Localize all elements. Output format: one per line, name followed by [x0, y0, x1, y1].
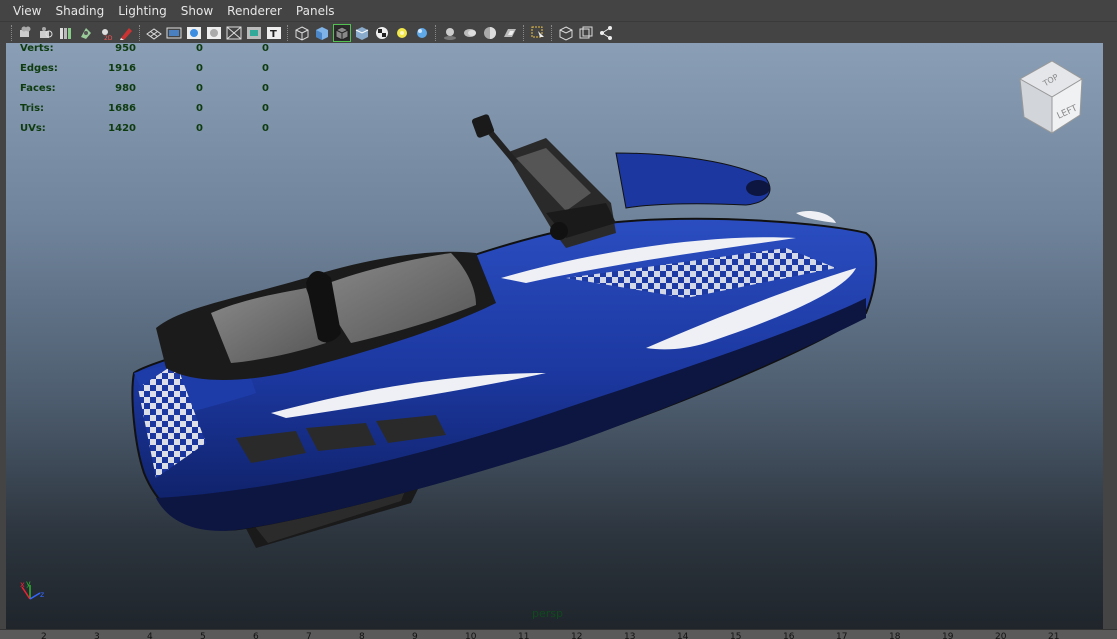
toolbar-separator: [523, 24, 525, 41]
axis-z-label: z: [40, 590, 44, 599]
camera-name-label: persp: [532, 607, 563, 620]
time-tick: 10: [465, 632, 477, 639]
time-tick: 17: [836, 632, 848, 639]
hud-value: 0: [262, 123, 269, 134]
time-tick: 13: [624, 632, 636, 639]
hud-label: Verts:: [20, 43, 54, 54]
hud-value: 0: [196, 83, 203, 94]
depth-of-field-icon[interactable]: [502, 25, 518, 41]
hud-value: 980: [115, 83, 136, 94]
axis-indicator: x y z: [20, 579, 44, 600]
shadows-icon[interactable]: [414, 25, 430, 41]
safe-action-icon[interactable]: [246, 25, 262, 41]
time-tick: 21: [1048, 632, 1060, 639]
hud-value: 0: [196, 63, 203, 74]
hud-value: 0: [262, 43, 269, 54]
hud-value: 0: [262, 83, 269, 94]
motion-blur-icon[interactable]: [462, 25, 478, 41]
hud-label: Faces:: [20, 83, 56, 94]
use-all-lights-icon[interactable]: [394, 25, 410, 41]
grease-pencil-icon[interactable]: [118, 25, 134, 41]
time-tick: 9: [412, 632, 418, 639]
toolbar-separator: [551, 24, 553, 41]
time-tick: 5: [200, 632, 206, 639]
time-tick: 15: [730, 632, 742, 639]
camera-select-icon[interactable]: [18, 25, 34, 41]
time-tick: 12: [571, 632, 583, 639]
panel-toolbar: 2D T: [0, 22, 1117, 43]
hud-label: UVs:: [20, 123, 46, 134]
hud-value: 0: [196, 123, 203, 134]
field-chart-icon[interactable]: [226, 25, 242, 41]
use-default-material-icon[interactable]: [374, 25, 390, 41]
hud-value: 0: [262, 63, 269, 74]
hud-value: 0: [196, 43, 203, 54]
toolbar-separator: [11, 24, 13, 41]
toggle-hud-icon[interactable]: [598, 25, 614, 41]
time-tick: 2: [41, 632, 47, 639]
smooth-shade-icon[interactable]: [314, 25, 330, 41]
view-cube[interactable]: TOP LEFT: [1012, 57, 1092, 137]
toolbar-separator: [435, 24, 437, 41]
time-slider[interactable]: 2 3 4 5 6 7 8 9 10 11 12 13 14 15 16 17 …: [0, 629, 1117, 639]
axis-x-label: x: [20, 580, 25, 589]
jet-ski-model[interactable]: [6, 43, 1103, 629]
time-tick: 18: [889, 632, 901, 639]
time-tick: 7: [306, 632, 312, 639]
resolution-gate-icon[interactable]: [186, 25, 202, 41]
multisample-aa-icon[interactable]: [482, 25, 498, 41]
bookmarks-icon[interactable]: [58, 25, 74, 41]
menu-shading[interactable]: Shading: [49, 4, 112, 18]
xray-icon[interactable]: [354, 25, 370, 41]
film-gate-icon[interactable]: [166, 25, 182, 41]
perspective-viewport[interactable]: Verts: 950 0 0 Edges: 1916 0 0 Faces: 98…: [6, 43, 1103, 629]
viewport-menu-bar: View Shading Lighting Show Renderer Pane…: [0, 0, 1117, 22]
wireframe-on-shaded-icon[interactable]: [333, 23, 351, 42]
isolate-select-icon[interactable]: [530, 25, 546, 41]
time-tick: 3: [94, 632, 100, 639]
hud-value: 1420: [108, 123, 136, 134]
menu-renderer[interactable]: Renderer: [221, 4, 290, 18]
time-tick: 16: [783, 632, 795, 639]
panel-frame: [1103, 43, 1117, 629]
grid-icon[interactable]: [146, 25, 162, 41]
hud-value: 1916: [108, 63, 136, 74]
svg-text:2D: 2D: [104, 35, 113, 41]
toolbar-separator: [287, 24, 289, 41]
safe-title-icon[interactable]: T: [266, 25, 282, 41]
svg-text:T: T: [270, 29, 277, 40]
time-tick: 14: [677, 632, 689, 639]
time-tick: 4: [147, 632, 153, 639]
menu-view[interactable]: View: [7, 4, 49, 18]
axis-y-label: y: [26, 579, 31, 588]
wireframe-icon[interactable]: [294, 25, 310, 41]
image-plane-icon[interactable]: [78, 25, 94, 41]
time-tick: 6: [253, 632, 259, 639]
time-tick: 11: [518, 632, 530, 639]
hud-value: 950: [115, 43, 136, 54]
two-d-pan-icon[interactable]: 2D: [98, 25, 114, 41]
hud-value: 0: [262, 103, 269, 114]
time-tick: 19: [942, 632, 954, 639]
hud-value: 0: [196, 103, 203, 114]
menu-panels[interactable]: Panels: [290, 4, 343, 18]
screen-space-ao-icon[interactable]: [442, 25, 458, 41]
hud-value: 1686: [108, 103, 136, 114]
menu-show[interactable]: Show: [175, 4, 221, 18]
toolbar-separator: [139, 24, 141, 41]
camera-attr-icon[interactable]: [38, 25, 54, 41]
menu-lighting[interactable]: Lighting: [112, 4, 175, 18]
gate-mask-icon[interactable]: [206, 25, 222, 41]
time-tick: 8: [359, 632, 365, 639]
xray-active-components-icon[interactable]: [578, 25, 594, 41]
hud-label: Tris:: [20, 103, 45, 114]
xray-joints-icon[interactable]: [558, 25, 574, 41]
time-tick: 20: [995, 632, 1007, 639]
hud-label: Edges:: [20, 63, 58, 74]
